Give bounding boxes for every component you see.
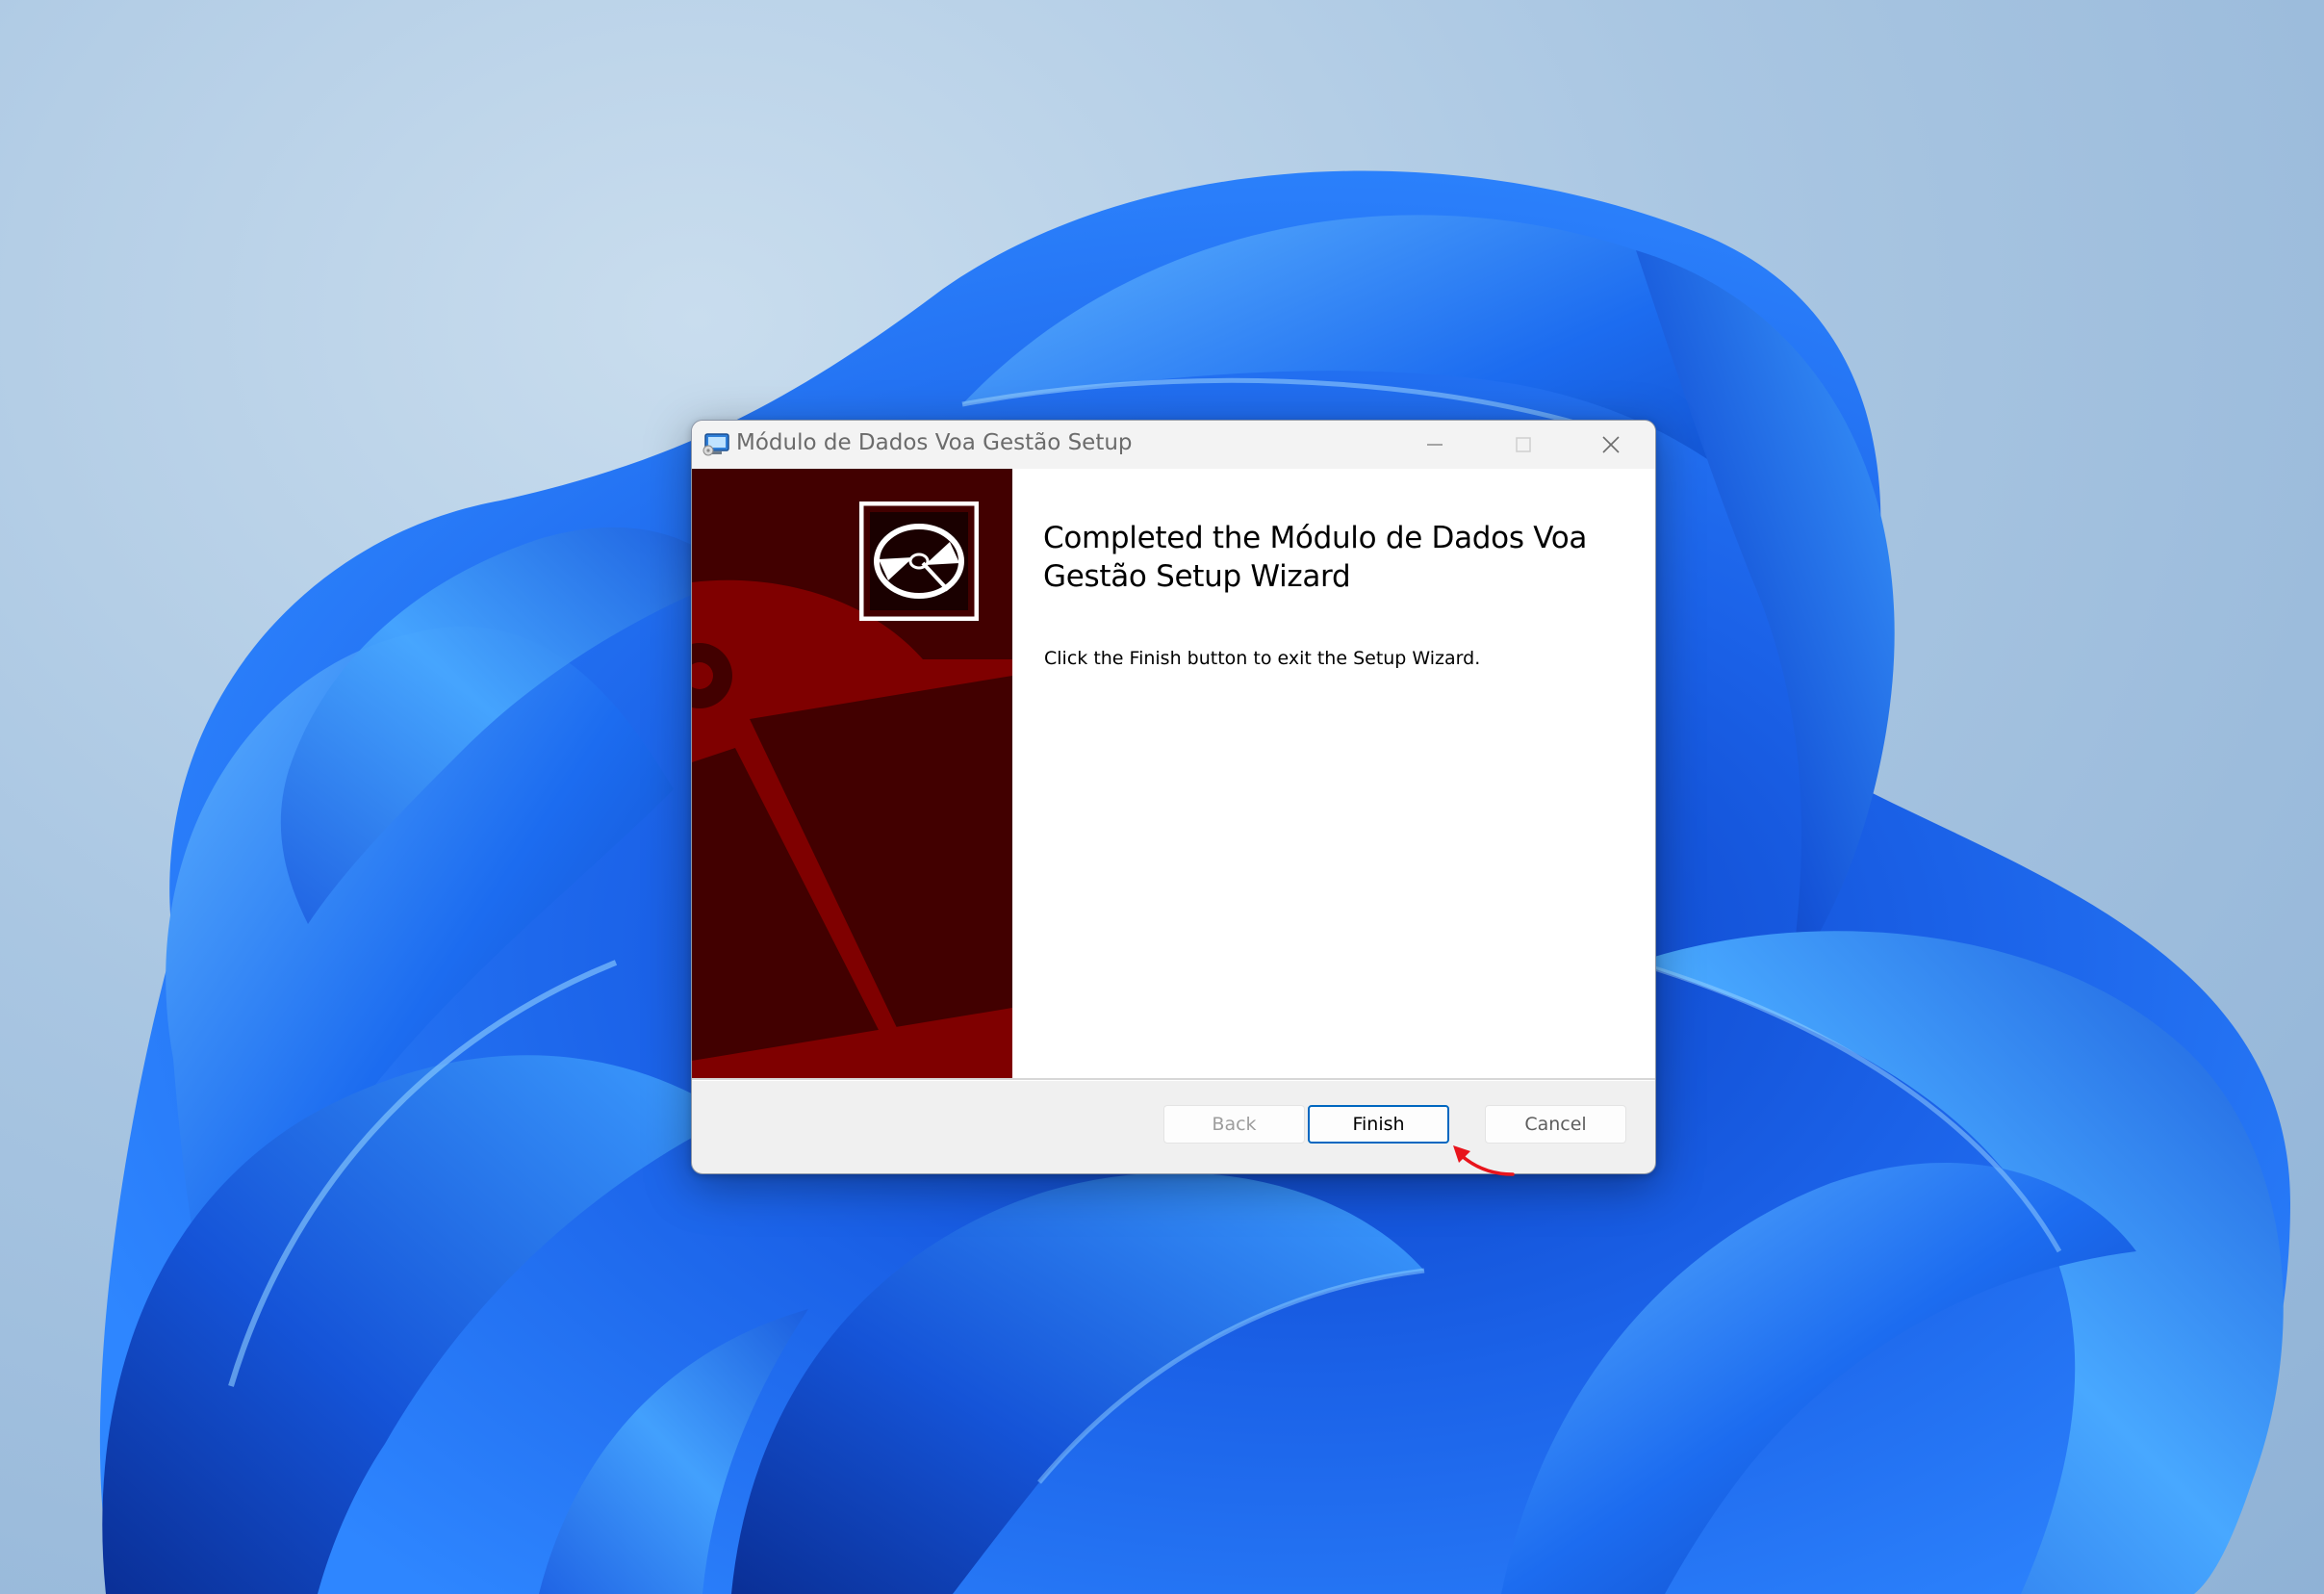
close-button[interactable] (1567, 421, 1655, 469)
maximize-icon (1514, 435, 1533, 454)
back-button[interactable]: Back (1163, 1105, 1305, 1144)
disc-icon (858, 501, 980, 622)
red-arrow-icon (1443, 1136, 1520, 1184)
footer-divider (692, 1078, 1655, 1081)
window-title: Módulo de Dados Voa Gestão Setup (736, 430, 1133, 455)
wizard-content: Completed the Módulo de Dados Voa Gestão… (692, 469, 1655, 1078)
wizard-banner (692, 469, 1012, 1078)
close-icon (1600, 434, 1622, 455)
finish-button[interactable]: Finish (1308, 1105, 1449, 1144)
title-bar[interactable]: Módulo de Dados Voa Gestão Setup (692, 421, 1655, 469)
wizard-instructions: Click the Finish button to exit the Setu… (1044, 648, 1481, 669)
desktop: Módulo de Dados Voa Gestão Setup Complet… (0, 0, 2324, 1594)
maximize-button[interactable] (1479, 421, 1568, 469)
installer-icon (702, 432, 730, 457)
wizard-heading: Completed the Módulo de Dados Voa Gestão… (1043, 521, 1588, 594)
minimize-button[interactable] (1391, 421, 1479, 469)
setup-wizard-window: Módulo de Dados Voa Gestão Setup Complet… (691, 420, 1656, 1174)
minimize-icon (1425, 435, 1444, 454)
